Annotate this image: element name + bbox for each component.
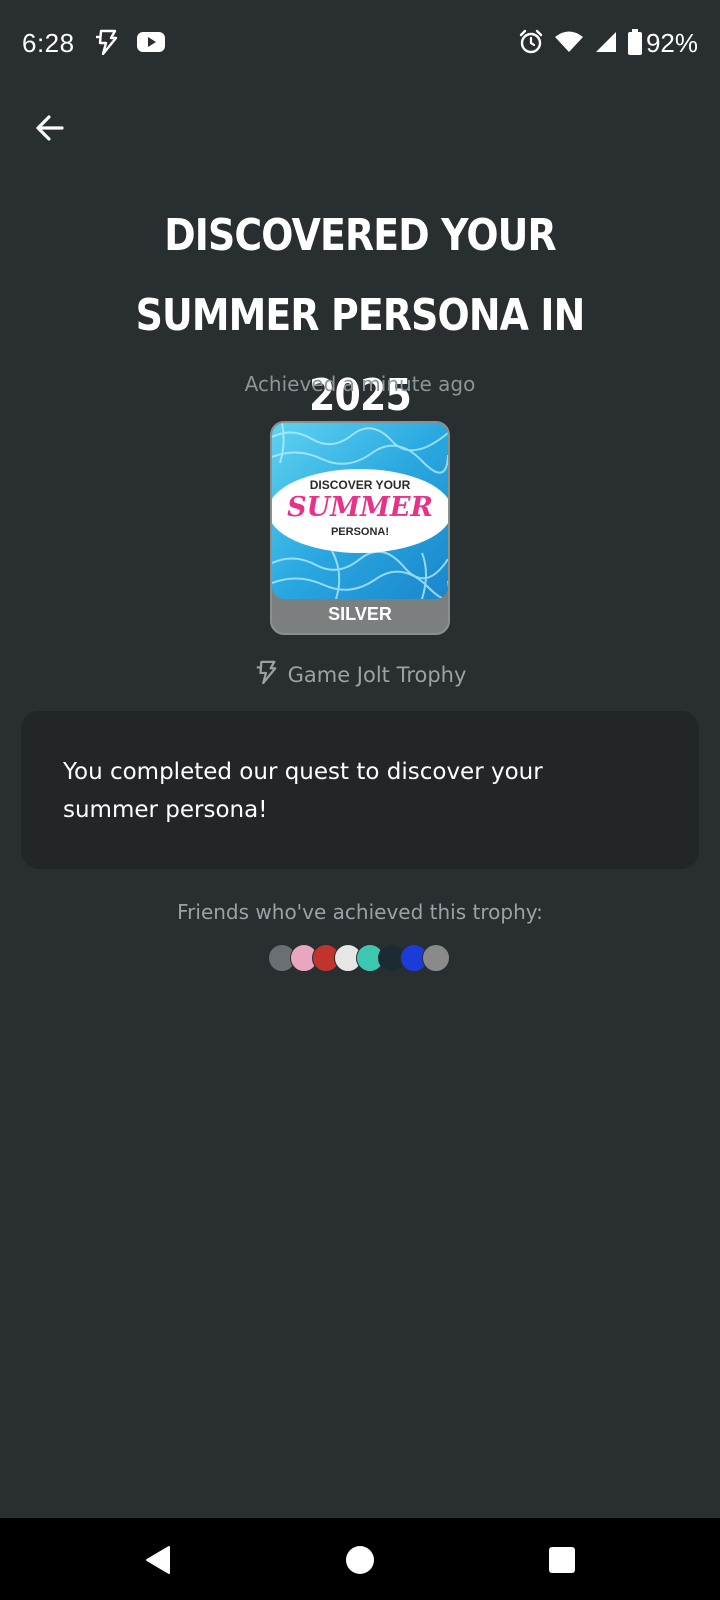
friends-label: Friends who've achieved this trophy: <box>177 900 543 924</box>
trophy-image: DISCOVER YOUR SUMMER PERSONA! <box>272 423 448 599</box>
trophy-card: DISCOVER YOUR SUMMER PERSONA! SILVER <box>270 421 450 635</box>
battery-percent: 92% <box>645 28 698 58</box>
cell-signal-icon <box>594 30 618 58</box>
alarm-icon <box>518 29 544 59</box>
achieved-time: Achieved a minute ago <box>244 372 476 396</box>
status-bar: 6:28 92% <box>0 0 720 90</box>
friends-avatars[interactable] <box>268 944 450 972</box>
game-jolt-icon <box>93 29 119 59</box>
battery-icon <box>627 28 642 59</box>
trophy-image-line2: SUMMER <box>287 492 433 523</box>
recents-square-icon <box>549 1547 575 1573</box>
trophy-tier: SILVER <box>328 604 392 624</box>
trophy-source: Game Jolt Trophy <box>0 660 720 689</box>
trophy-image-line3: PERSONA! <box>331 526 389 538</box>
nav-back-button[interactable] <box>136 1538 180 1582</box>
trophy-image-line1: DISCOVER YOUR <box>310 478 411 492</box>
arrow-left-icon <box>36 115 64 141</box>
wifi-icon <box>554 30 584 58</box>
nav-home-button[interactable] <box>338 1538 382 1582</box>
trophy-source-label: Game Jolt Trophy <box>287 662 467 687</box>
nav-recents-button[interactable] <box>540 1538 584 1582</box>
page-title: DISCOVERED YOUR SUMMER PERSONA IN 2025 <box>135 210 586 421</box>
back-button[interactable] <box>28 106 72 150</box>
youtube-icon <box>136 31 165 57</box>
home-circle-icon <box>346 1546 374 1574</box>
description-card: You completed our quest to discover your… <box>21 711 699 869</box>
status-time: 6:28 <box>22 28 75 58</box>
friend-avatar[interactable] <box>422 944 450 972</box>
game-jolt-icon <box>254 660 278 689</box>
back-triangle-icon <box>146 1546 170 1574</box>
status-left: 6:28 <box>22 28 165 59</box>
system-nav-bar <box>0 1518 720 1600</box>
status-right: 92% <box>508 28 698 59</box>
trophy-description: You completed our quest to discover your… <box>63 759 543 823</box>
